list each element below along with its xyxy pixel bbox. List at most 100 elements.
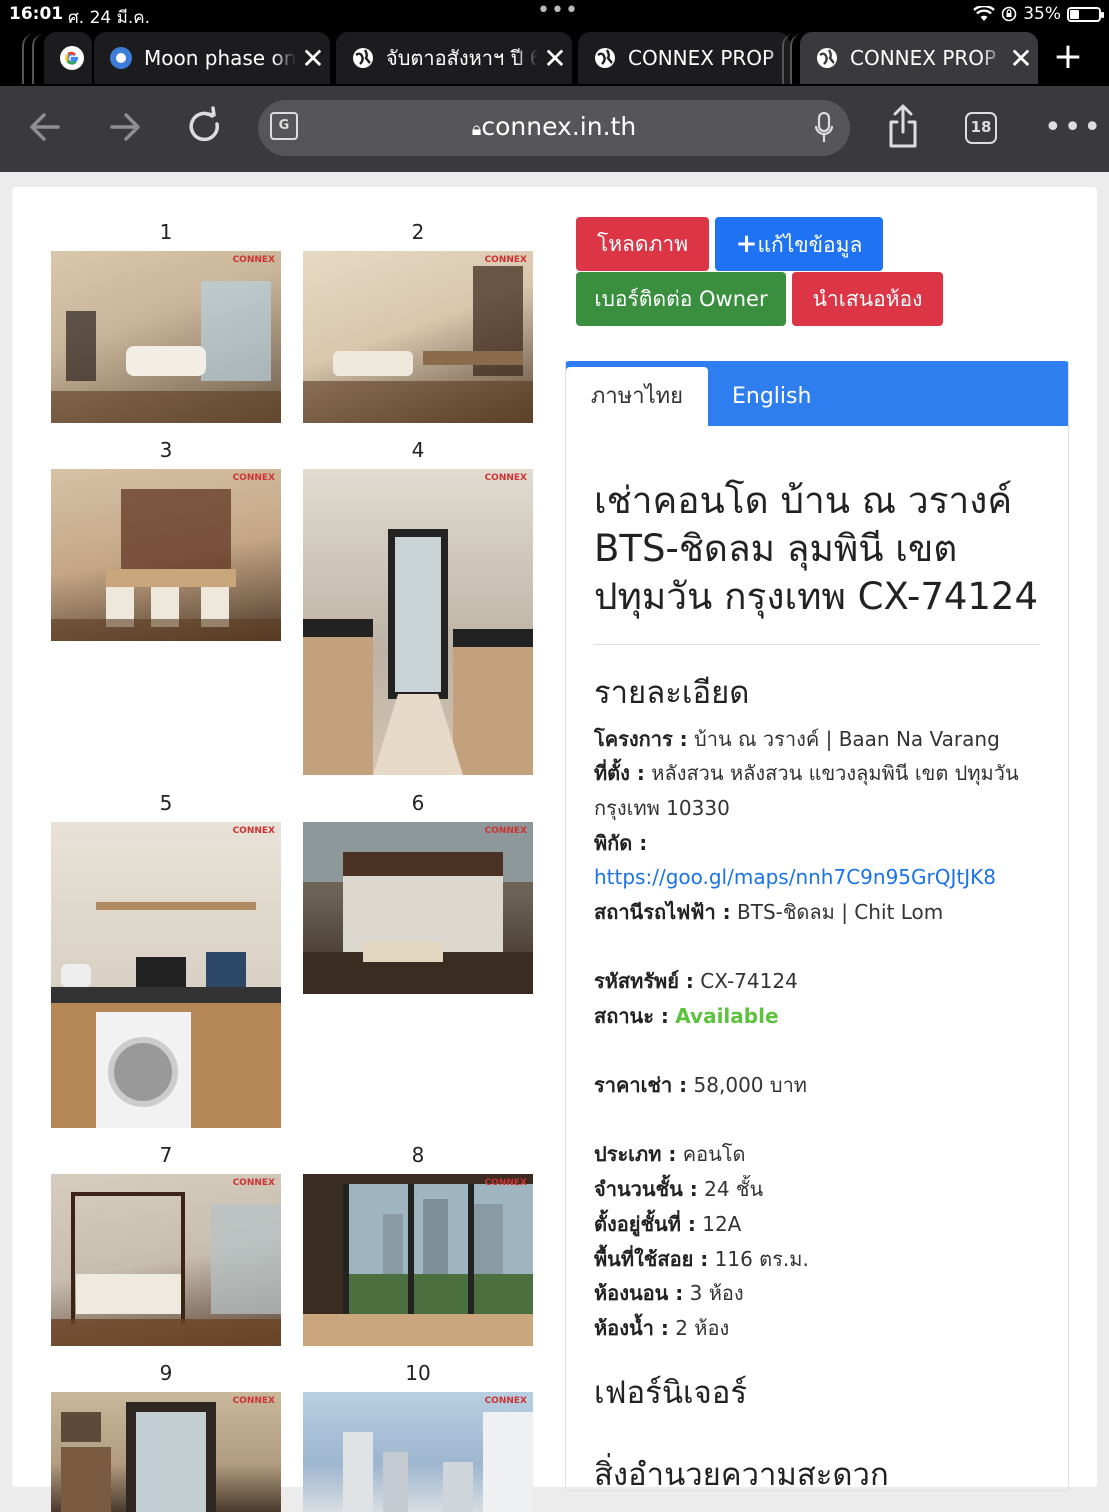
status-label: สถานะ : [594, 1004, 669, 1028]
reload-button[interactable] [180, 102, 230, 152]
owner-contact-button[interactable]: เบอร์ติดต่อ Owner [576, 272, 786, 326]
lock-icon: 🔒︎ [471, 119, 482, 140]
price-label: ราคาเช่า : [594, 1073, 688, 1097]
tab-bar: Moon phase on ✕ จับตาอสังหาฯ ปี 6 ✕ CONN… [0, 30, 1109, 86]
watermark-logo: CONNEX [484, 1396, 527, 1406]
status-time: 16:01 [9, 4, 64, 24]
more-menu-icon[interactable]: ••• [1044, 110, 1103, 145]
tab-title: Moon phase on [144, 46, 296, 70]
laundry-corner-image [51, 902, 281, 1128]
globe-icon [353, 48, 373, 68]
four-poster-bed-image [51, 1192, 281, 1346]
google-icon [60, 46, 84, 70]
photo-number: 4 [411, 438, 425, 462]
bts-label: สถานีรถไฟฟ้า : [594, 900, 731, 924]
new-tab-button[interactable]: + [1053, 36, 1083, 77]
floors-value: 24 ชั้น [704, 1177, 764, 1201]
photo-number: 6 [411, 791, 425, 815]
area-label: พื้นที่ใช้สอย : [594, 1247, 709, 1271]
bathrooms-value: 2 ห้อง [675, 1316, 730, 1340]
multitask-dots[interactable]: ••• [537, 0, 579, 23]
photo-9[interactable]: CONNEX [51, 1392, 281, 1512]
property-code-value: CX-74124 [700, 969, 798, 993]
photo-number: 2 [411, 220, 425, 244]
present-room-button[interactable]: นำเสนอห้อง [792, 272, 943, 326]
photo-3[interactable]: CONNEX [51, 469, 281, 641]
bedrooms-row: ห้องนอน : 3 ห้อง [594, 1276, 1034, 1311]
photo-4[interactable]: CONNEX [303, 469, 533, 775]
photo-number: 1 [159, 220, 173, 244]
address-bar[interactable]: G 🔒︎connex.in.th [258, 100, 850, 156]
bts-value: BTS-ชิดลม | Chit Lom [737, 900, 944, 924]
map-link[interactable]: https://goo.gl/maps/nnh7C9n95GrQJtJK8 [594, 865, 996, 889]
watermark-logo: CONNEX [484, 255, 527, 265]
tab-connex-1[interactable]: CONNEX PROP [578, 32, 790, 84]
url-text: 🔒︎connex.in.th [258, 112, 850, 141]
tab-title: จับตาอสังหาฯ ปี 6 [386, 46, 538, 70]
photo-6[interactable]: CONNEX [303, 822, 533, 994]
area-row: พื้นที่ใช้สอย : 116 ตร.ม. [594, 1242, 1034, 1277]
project-value: บ้าน ณ วรางค์ | Baan Na Varang [694, 727, 1000, 751]
close-tab-icon[interactable]: ✕ [296, 42, 330, 75]
living-room-image [51, 281, 281, 423]
forward-button[interactable] [100, 102, 150, 152]
location-value: หลังสวน หลังสวน แขวงลุมพินี เขต ปทุมวัน … [594, 761, 1019, 820]
tab-connex-active[interactable]: CONNEX PROP ✕ [800, 32, 1038, 84]
type-value: คอนโด [682, 1142, 746, 1166]
coordinates-row: พิกัด : [594, 826, 1034, 861]
tab-thai-news[interactable]: จับตาอสังหาฯ ปี 6 ✕ [336, 32, 572, 84]
price-value: 58,000 บาท [693, 1073, 807, 1097]
bathrooms-row: ห้องน้ำ : 2 ห้อง [594, 1311, 1034, 1346]
close-tab-icon[interactable]: ✕ [1004, 42, 1038, 75]
details-heading: รายละเอียด [594, 675, 750, 711]
microphone-icon[interactable] [814, 112, 834, 144]
back-button[interactable] [20, 102, 70, 152]
bedrooms-label: ห้องนอน : [594, 1281, 684, 1305]
watermark-logo: CONNEX [232, 826, 275, 836]
tab-title: CONNEX PROP [850, 46, 997, 70]
status-row: สถานะ : Available [594, 999, 1034, 1034]
location-row: ที่ตั้ง : หลังสวน หลังสวน แขวงลุมพินี เข… [594, 756, 1034, 826]
edit-info-label: แก้ไขข้อมูล [757, 233, 863, 257]
coordinates-label: พิกัด : [594, 831, 648, 855]
status-right: 35% [973, 4, 1104, 24]
area-value: 116 ตร.ม. [714, 1247, 809, 1271]
globe-icon [595, 48, 615, 68]
load-photo-button[interactable]: โหลดภาพ [576, 217, 709, 271]
dining-area-image [303, 266, 533, 423]
bts-row: สถานีรถไฟฟ้า : BTS-ชิดลม | Chit Lom [594, 895, 1034, 930]
forward-arrow-icon [110, 113, 140, 141]
floor-row: ตั้งอยู่ชั้นที่ : 12A [594, 1207, 1034, 1242]
tab-thai[interactable]: ภาษาไทย [566, 367, 708, 427]
share-icon [889, 104, 917, 148]
tab-google[interactable] [44, 32, 92, 84]
tab-moon-phase[interactable]: Moon phase on ✕ [94, 32, 330, 84]
status-bar: 16:01 ศ. 24 มี.ค. ••• 35% [0, 0, 1109, 30]
photo-1[interactable]: CONNEX [51, 251, 281, 423]
floors-row: จำนวนชั้น : 24 ชั้น [594, 1172, 1034, 1207]
reload-icon [189, 106, 219, 142]
window-view-image [303, 1184, 533, 1346]
status-date: ศ. 24 มี.ค. [68, 8, 151, 28]
city-view-image [343, 1412, 533, 1512]
type-label: ประเภท : [594, 1142, 677, 1166]
share-button[interactable] [878, 102, 928, 152]
photo-number: 3 [159, 438, 173, 462]
edit-info-button[interactable]: +แก้ไขข้อมูล [715, 217, 883, 271]
photo-7[interactable]: CONNEX [51, 1174, 281, 1346]
bedrooms-value: 3 ห้อง [689, 1281, 744, 1305]
divider [594, 644, 1040, 645]
photo-2[interactable]: CONNEX [303, 251, 533, 423]
project-label: โครงการ : [594, 727, 688, 751]
back-arrow-icon [30, 113, 60, 141]
status-badge: Available [675, 1004, 779, 1028]
photo-10[interactable]: CONNEX [303, 1392, 533, 1512]
close-tab-icon[interactable]: ✕ [538, 42, 572, 75]
location-label: ที่ตั้ง : [594, 761, 645, 785]
tab-count-button[interactable]: 18 [965, 112, 997, 144]
tab-english[interactable]: English [732, 367, 811, 427]
photo-5[interactable]: CONNEX [51, 822, 281, 1128]
tab-title: CONNEX PROP [628, 46, 775, 70]
kitchen-image [303, 529, 533, 775]
photo-8[interactable]: CONNEX [303, 1174, 533, 1346]
